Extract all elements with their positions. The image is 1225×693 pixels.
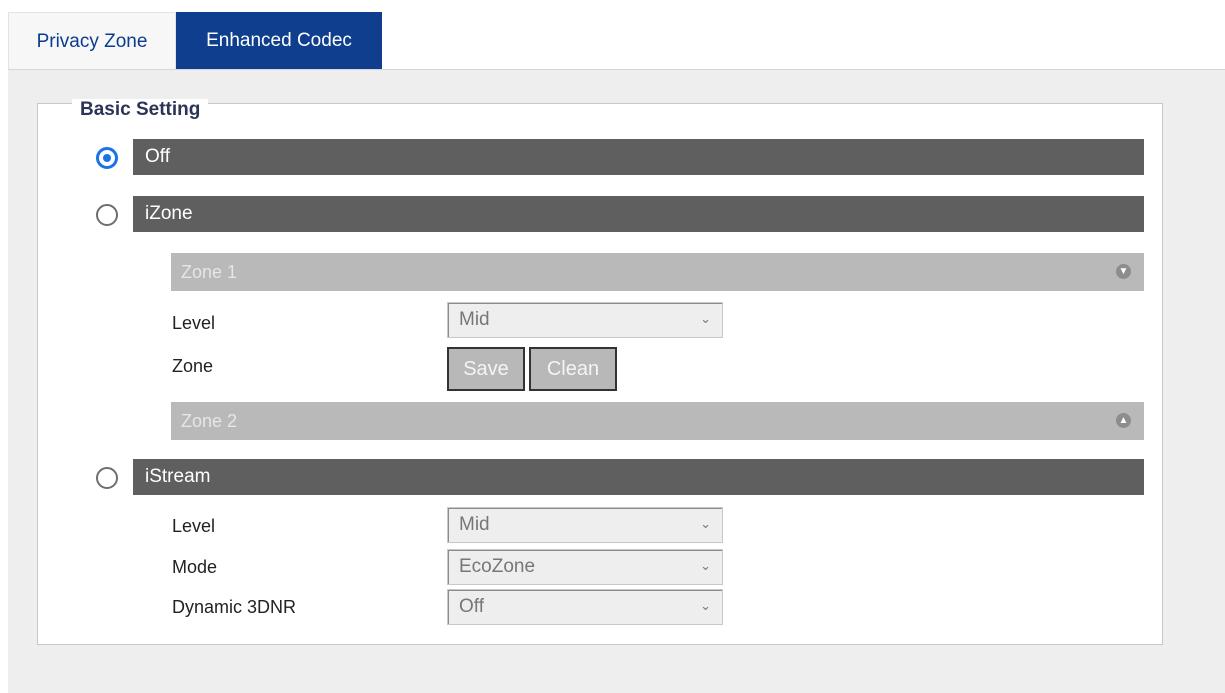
option-label-istream: iStream	[145, 466, 211, 487]
istream-level-select[interactable]: Mid ⌄	[447, 507, 723, 543]
option-label-izone: iZone	[145, 203, 193, 224]
basic-setting-legend: Basic Setting	[72, 99, 209, 121]
radio-off[interactable]	[96, 147, 118, 169]
istream-dnr-value: Off	[459, 596, 484, 617]
tab-bar: Privacy Zone Enhanced Codec	[8, 12, 382, 70]
save-button[interactable]: Save	[447, 347, 525, 391]
istream-mode-value: EcoZone	[459, 556, 536, 577]
zone-1-header[interactable]: Zone 1 ▼	[171, 253, 1144, 291]
izone-level-value: Mid	[459, 309, 490, 330]
chevron-down-icon: ⌄	[700, 558, 711, 573]
radio-izone[interactable]	[96, 204, 118, 226]
tab-privacy-zone[interactable]: Privacy Zone	[8, 12, 176, 70]
istream-level-value: Mid	[459, 514, 490, 535]
istream-level-label: Level	[172, 516, 216, 536]
circle-arrow-down-icon[interactable]: ▼	[1116, 264, 1131, 279]
option-bar-off[interactable]: Off	[133, 139, 1144, 175]
istream-mode-select[interactable]: EcoZone ⌄	[447, 549, 723, 585]
radio-istream[interactable]	[96, 467, 118, 489]
izone-level-label: Level	[172, 313, 216, 333]
option-bar-istream[interactable]: iStream	[133, 459, 1144, 495]
zone-label: Zone	[172, 356, 214, 376]
chevron-down-icon: ⌄	[700, 598, 711, 613]
option-label-off: Off	[145, 146, 170, 167]
izone-level-select[interactable]: Mid ⌄	[447, 302, 723, 338]
circle-arrow-up-icon[interactable]: ▲	[1116, 413, 1131, 428]
chevron-down-icon: ⌄	[700, 516, 711, 531]
clean-button[interactable]: Clean	[529, 347, 617, 391]
istream-mode-label: Mode	[172, 557, 218, 577]
option-bar-izone[interactable]: iZone	[133, 196, 1144, 232]
zone-2-header[interactable]: Zone 2 ▲	[171, 402, 1144, 440]
istream-dnr-select[interactable]: Off ⌄	[447, 589, 723, 625]
istream-dnr-label: Dynamic 3DNR	[172, 597, 297, 617]
chevron-down-icon: ⌄	[700, 311, 711, 326]
zone-1-label: Zone 1	[181, 261, 238, 282]
tab-enhanced-codec[interactable]: Enhanced Codec	[176, 12, 382, 70]
zone-2-label: Zone 2	[181, 410, 238, 431]
